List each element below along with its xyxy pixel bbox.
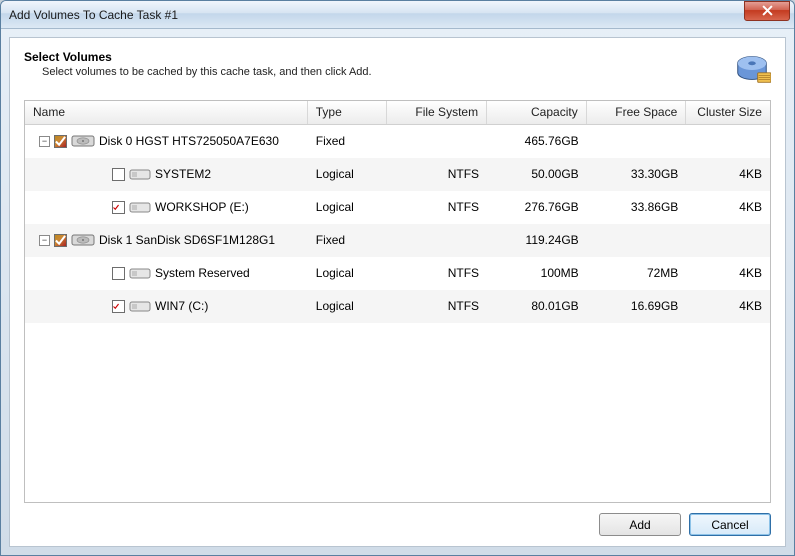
cell-capacity: 465.76GB [487,134,587,148]
cell-free: 33.30GB [587,167,687,181]
volume-icon [129,166,151,182]
cell-type: Logical [308,266,388,280]
cell-name: − Disk 0 HGST HTS725050A7E630 [25,133,308,149]
close-icon [762,5,773,16]
cell-fs: NTFS [387,299,487,313]
disk-icon [71,133,95,149]
volume-icon [129,265,151,281]
cell-name: System Reserved [25,265,308,281]
cell-cluster: 4KB [686,200,770,214]
cell-name: WORKSHOP (E:) [25,199,308,215]
dialog-window: Add Volumes To Cache Task #1 Select Volu… [0,0,795,556]
cell-type: Fixed [308,134,388,148]
disk-icon [71,232,95,248]
checkbox[interactable] [112,168,125,181]
titlebar[interactable]: Add Volumes To Cache Task #1 [1,1,794,29]
col-type[interactable]: Type [308,101,388,124]
table-row[interactable]: WORKSHOP (E:) LogicalNTFS276.76GB33.86GB4… [25,191,770,224]
tree-expander[interactable]: − [39,235,50,246]
col-freespace[interactable]: Free Space [587,101,687,124]
header-text: Select Volumes Select volumes to be cach… [24,50,372,78]
cell-name: SYSTEM2 [25,166,308,182]
table-row[interactable]: − Disk 1 SanDisk SD6SF1M128G1 Fixed 119.24G… [25,224,770,257]
table-header: Name Type File System Capacity Free Spac… [25,101,770,125]
dialog-body: Select Volumes Select volumes to be cach… [9,37,786,547]
row-label: WORKSHOP (E:) [155,200,249,214]
header: Select Volumes Select volumes to be cach… [24,50,771,88]
row-label: System Reserved [155,266,250,280]
cache-disk-icon [733,50,771,88]
col-clustersize[interactable]: Cluster Size [686,101,770,124]
cell-capacity: 50.00GB [487,167,587,181]
cell-name: − Disk 1 SanDisk SD6SF1M128G1 [25,232,308,248]
window-title: Add Volumes To Cache Task #1 [9,8,744,22]
cell-cluster: 4KB [686,299,770,313]
checkbox[interactable] [112,267,125,280]
row-label: Disk 0 HGST HTS725050A7E630 [99,134,279,148]
table-row[interactable]: WIN7 (C:) LogicalNTFS80.01GB16.69GB4KB [25,290,770,323]
cell-cluster: 4KB [686,167,770,181]
col-filesystem[interactable]: File System [387,101,487,124]
add-button[interactable]: Add [599,513,681,536]
cell-free: 33.86GB [587,200,687,214]
volume-icon [129,199,151,215]
cell-capacity: 80.01GB [487,299,587,313]
cell-type: Logical [308,200,388,214]
checkbox[interactable] [54,234,67,247]
table-body: − Disk 0 HGST HTS725050A7E630 Fixed 465.76G… [25,125,770,502]
volume-table: Name Type File System Capacity Free Spac… [24,100,771,503]
row-label: Disk 1 SanDisk SD6SF1M128G1 [99,233,275,247]
cell-free: 72MB [587,266,687,280]
cell-capacity: 119.24GB [487,233,587,247]
table-row[interactable]: − Disk 0 HGST HTS725050A7E630 Fixed 465.76G… [25,125,770,158]
table-row[interactable]: SYSTEM2 LogicalNTFS50.00GB33.30GB4KB [25,158,770,191]
checkbox[interactable] [112,201,125,214]
cell-fs: NTFS [387,266,487,280]
close-button[interactable] [744,1,790,21]
cell-type: Logical [308,299,388,313]
volume-icon [129,298,151,314]
cell-free: 16.69GB [587,299,687,313]
cell-capacity: 100MB [487,266,587,280]
tree-expander[interactable]: − [39,136,50,147]
col-capacity[interactable]: Capacity [487,101,587,124]
cell-fs: NTFS [387,200,487,214]
cell-fs: NTFS [387,167,487,181]
row-label: WIN7 (C:) [155,299,208,313]
cell-type: Fixed [308,233,388,247]
checkbox[interactable] [112,300,125,313]
checkbox[interactable] [54,135,67,148]
button-row: Add Cancel [24,513,771,536]
cancel-button[interactable]: Cancel [689,513,771,536]
cell-type: Logical [308,167,388,181]
header-subtitle: Select volumes to be cached by this cach… [42,66,372,78]
header-title: Select Volumes [24,50,372,64]
table-row[interactable]: System Reserved LogicalNTFS100MB72MB4KB [25,257,770,290]
cell-name: WIN7 (C:) [25,298,308,314]
row-label: SYSTEM2 [155,167,211,181]
cell-capacity: 276.76GB [487,200,587,214]
col-name[interactable]: Name [25,101,308,124]
cell-cluster: 4KB [686,266,770,280]
